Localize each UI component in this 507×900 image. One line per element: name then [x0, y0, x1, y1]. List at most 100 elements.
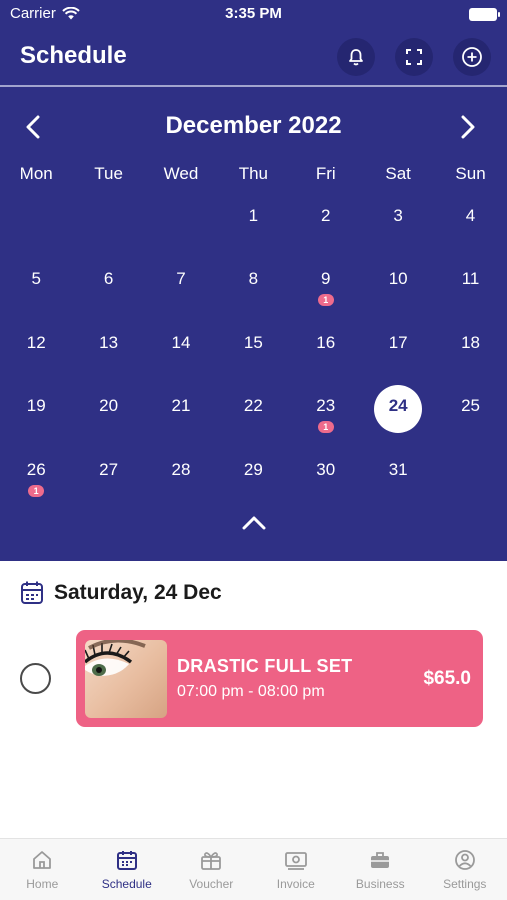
gift-icon — [201, 852, 222, 870]
battery-icon — [469, 8, 500, 21]
day-number: 16 — [316, 332, 336, 352]
calendar-day[interactable]: 13 — [72, 311, 144, 374]
day-number: 23 — [316, 396, 336, 416]
weekday-label: Mon — [19, 164, 53, 183]
scan-icon — [406, 49, 422, 65]
day-number: 31 — [388, 459, 408, 479]
day-number: 10 — [388, 269, 408, 289]
notifications-button[interactable] — [337, 38, 375, 76]
appointment-price: $65.0 — [423, 668, 471, 689]
day-number: 1 — [248, 206, 259, 225]
calendar-day[interactable]: 22 — [217, 374, 289, 437]
tab-label: Home — [26, 877, 59, 891]
calendar-day[interactable]: 28 — [145, 438, 217, 501]
tab-label: Business — [355, 877, 405, 891]
day-number: 8 — [248, 269, 259, 289]
weekday-label: Wed — [163, 164, 199, 183]
calendar-day[interactable]: 23 1 — [290, 374, 362, 437]
money-icon — [284, 852, 307, 870]
appointment-time: 07:00 pm - 08:00 pm — [177, 683, 325, 700]
tab-label: Schedule — [101, 877, 152, 891]
calendar-day[interactable]: 3 — [362, 184, 434, 247]
calendar-empty-cell — [72, 184, 144, 247]
scan-button[interactable] — [395, 38, 433, 76]
day-number: 6 — [103, 269, 114, 289]
bell-icon — [349, 49, 363, 66]
tab-label: Voucher — [189, 877, 234, 891]
day-number: 21 — [171, 396, 191, 416]
appointment-select-radio[interactable] — [20, 663, 51, 694]
tab-schedule[interactable]: Schedule — [85, 839, 170, 900]
collapse-calendar-icon[interactable] — [241, 514, 267, 532]
tab-settings[interactable]: Settings — [423, 839, 507, 900]
calendar-day[interactable]: 6 — [72, 247, 144, 310]
calendar-day[interactable]: 10 — [362, 247, 434, 310]
appointment-card[interactable]: DRASTIC FULL SET 07:00 pm - 08:00 pm $65… — [76, 630, 483, 727]
weekday-label: Fri — [315, 164, 336, 183]
day-number: 11 — [461, 269, 480, 289]
calendar-day[interactable]: 26 1 — [0, 438, 72, 501]
calendar-day[interactable]: 12 — [0, 311, 72, 374]
status-time: 3:35 PM — [225, 5, 282, 22]
day-number: 28 — [171, 459, 191, 479]
calendar-day[interactable]: 5 — [0, 247, 72, 310]
chevron-right-icon — [461, 115, 475, 139]
tab-voucher[interactable]: Voucher — [169, 839, 254, 900]
briefcase-icon — [371, 852, 390, 868]
calendar-day[interactable]: 20 — [72, 374, 144, 437]
tab-label: Settings — [443, 877, 487, 891]
calendar-day[interactable]: 14 — [145, 311, 217, 374]
calendar-day[interactable]: 29 — [217, 438, 289, 501]
tab-business[interactable]: Business — [338, 839, 423, 900]
tab-invoice[interactable]: Invoice — [254, 839, 339, 900]
calendar-day[interactable]: 30 — [290, 438, 362, 501]
calendar-day[interactable]: 31 — [362, 438, 434, 501]
day-number: 30 — [316, 459, 336, 479]
weekday-label: Sun — [455, 164, 486, 183]
calendar-grid: 1 2 3 4 5 6 7 8 9 1 10 11 12 13 14 15 16 17 18 19 20 21 22 23 1 2… — [0, 184, 507, 501]
day-number: 29 — [243, 459, 263, 479]
header-divider — [0, 85, 507, 87]
calendar-day[interactable]: 16 — [290, 311, 362, 374]
day-number: 27 — [99, 459, 119, 479]
calendar-day[interactable]: 25 — [434, 374, 506, 437]
day-number: 15 — [243, 332, 263, 352]
selected-day-header: Saturday, 24 Dec — [20, 580, 222, 606]
calendar-icon — [116, 851, 137, 870]
day-number: 7 — [176, 269, 186, 289]
day-number: 25 — [461, 396, 480, 416]
calendar-day[interactable]: 17 — [362, 311, 434, 374]
calendar-day[interactable]: 15 — [217, 311, 289, 374]
month-navigator: December 2022 — [0, 106, 507, 146]
tab-home[interactable]: Home — [0, 839, 85, 900]
calendar-day[interactable]: 11 — [434, 247, 506, 310]
calendar-day[interactable]: 1 — [217, 184, 289, 247]
calendar-day[interactable]: 18 — [434, 311, 506, 374]
calendar-day[interactable]: 91 — [290, 247, 362, 310]
day-number: 14 — [171, 332, 191, 352]
day-number: 24 — [388, 396, 408, 416]
add-button[interactable] — [453, 38, 491, 76]
day-number: 5 — [31, 269, 41, 289]
calendar-empty-cell — [0, 184, 72, 247]
calendar-day[interactable]: 7 — [145, 247, 217, 310]
selected-date-label: Saturday, 24 Dec — [54, 581, 222, 604]
calendar-day[interactable]: 8 — [217, 247, 289, 310]
day-number: 26 — [26, 459, 46, 479]
day-number: 2 — [321, 206, 331, 225]
day-number: 22 — [243, 396, 263, 416]
calendar-day[interactable]: 19 — [0, 374, 72, 437]
calendar-day[interactable]: 4 — [434, 184, 506, 247]
home-icon — [33, 851, 52, 869]
appointment-count-badge: 1 — [28, 484, 45, 497]
calendar-day[interactable]: 2 — [290, 184, 362, 247]
day-number: 19 — [26, 396, 46, 416]
next-month-button[interactable] — [453, 112, 483, 142]
profile-icon — [454, 850, 475, 870]
calendar-day[interactable]: 21 — [145, 374, 217, 437]
calendar-day[interactable]: 24 — [362, 374, 434, 437]
day-number: 17 — [388, 332, 408, 352]
page-title: Schedule — [20, 42, 127, 69]
day-number: 20 — [99, 396, 119, 416]
calendar-day[interactable]: 27 — [72, 438, 144, 501]
